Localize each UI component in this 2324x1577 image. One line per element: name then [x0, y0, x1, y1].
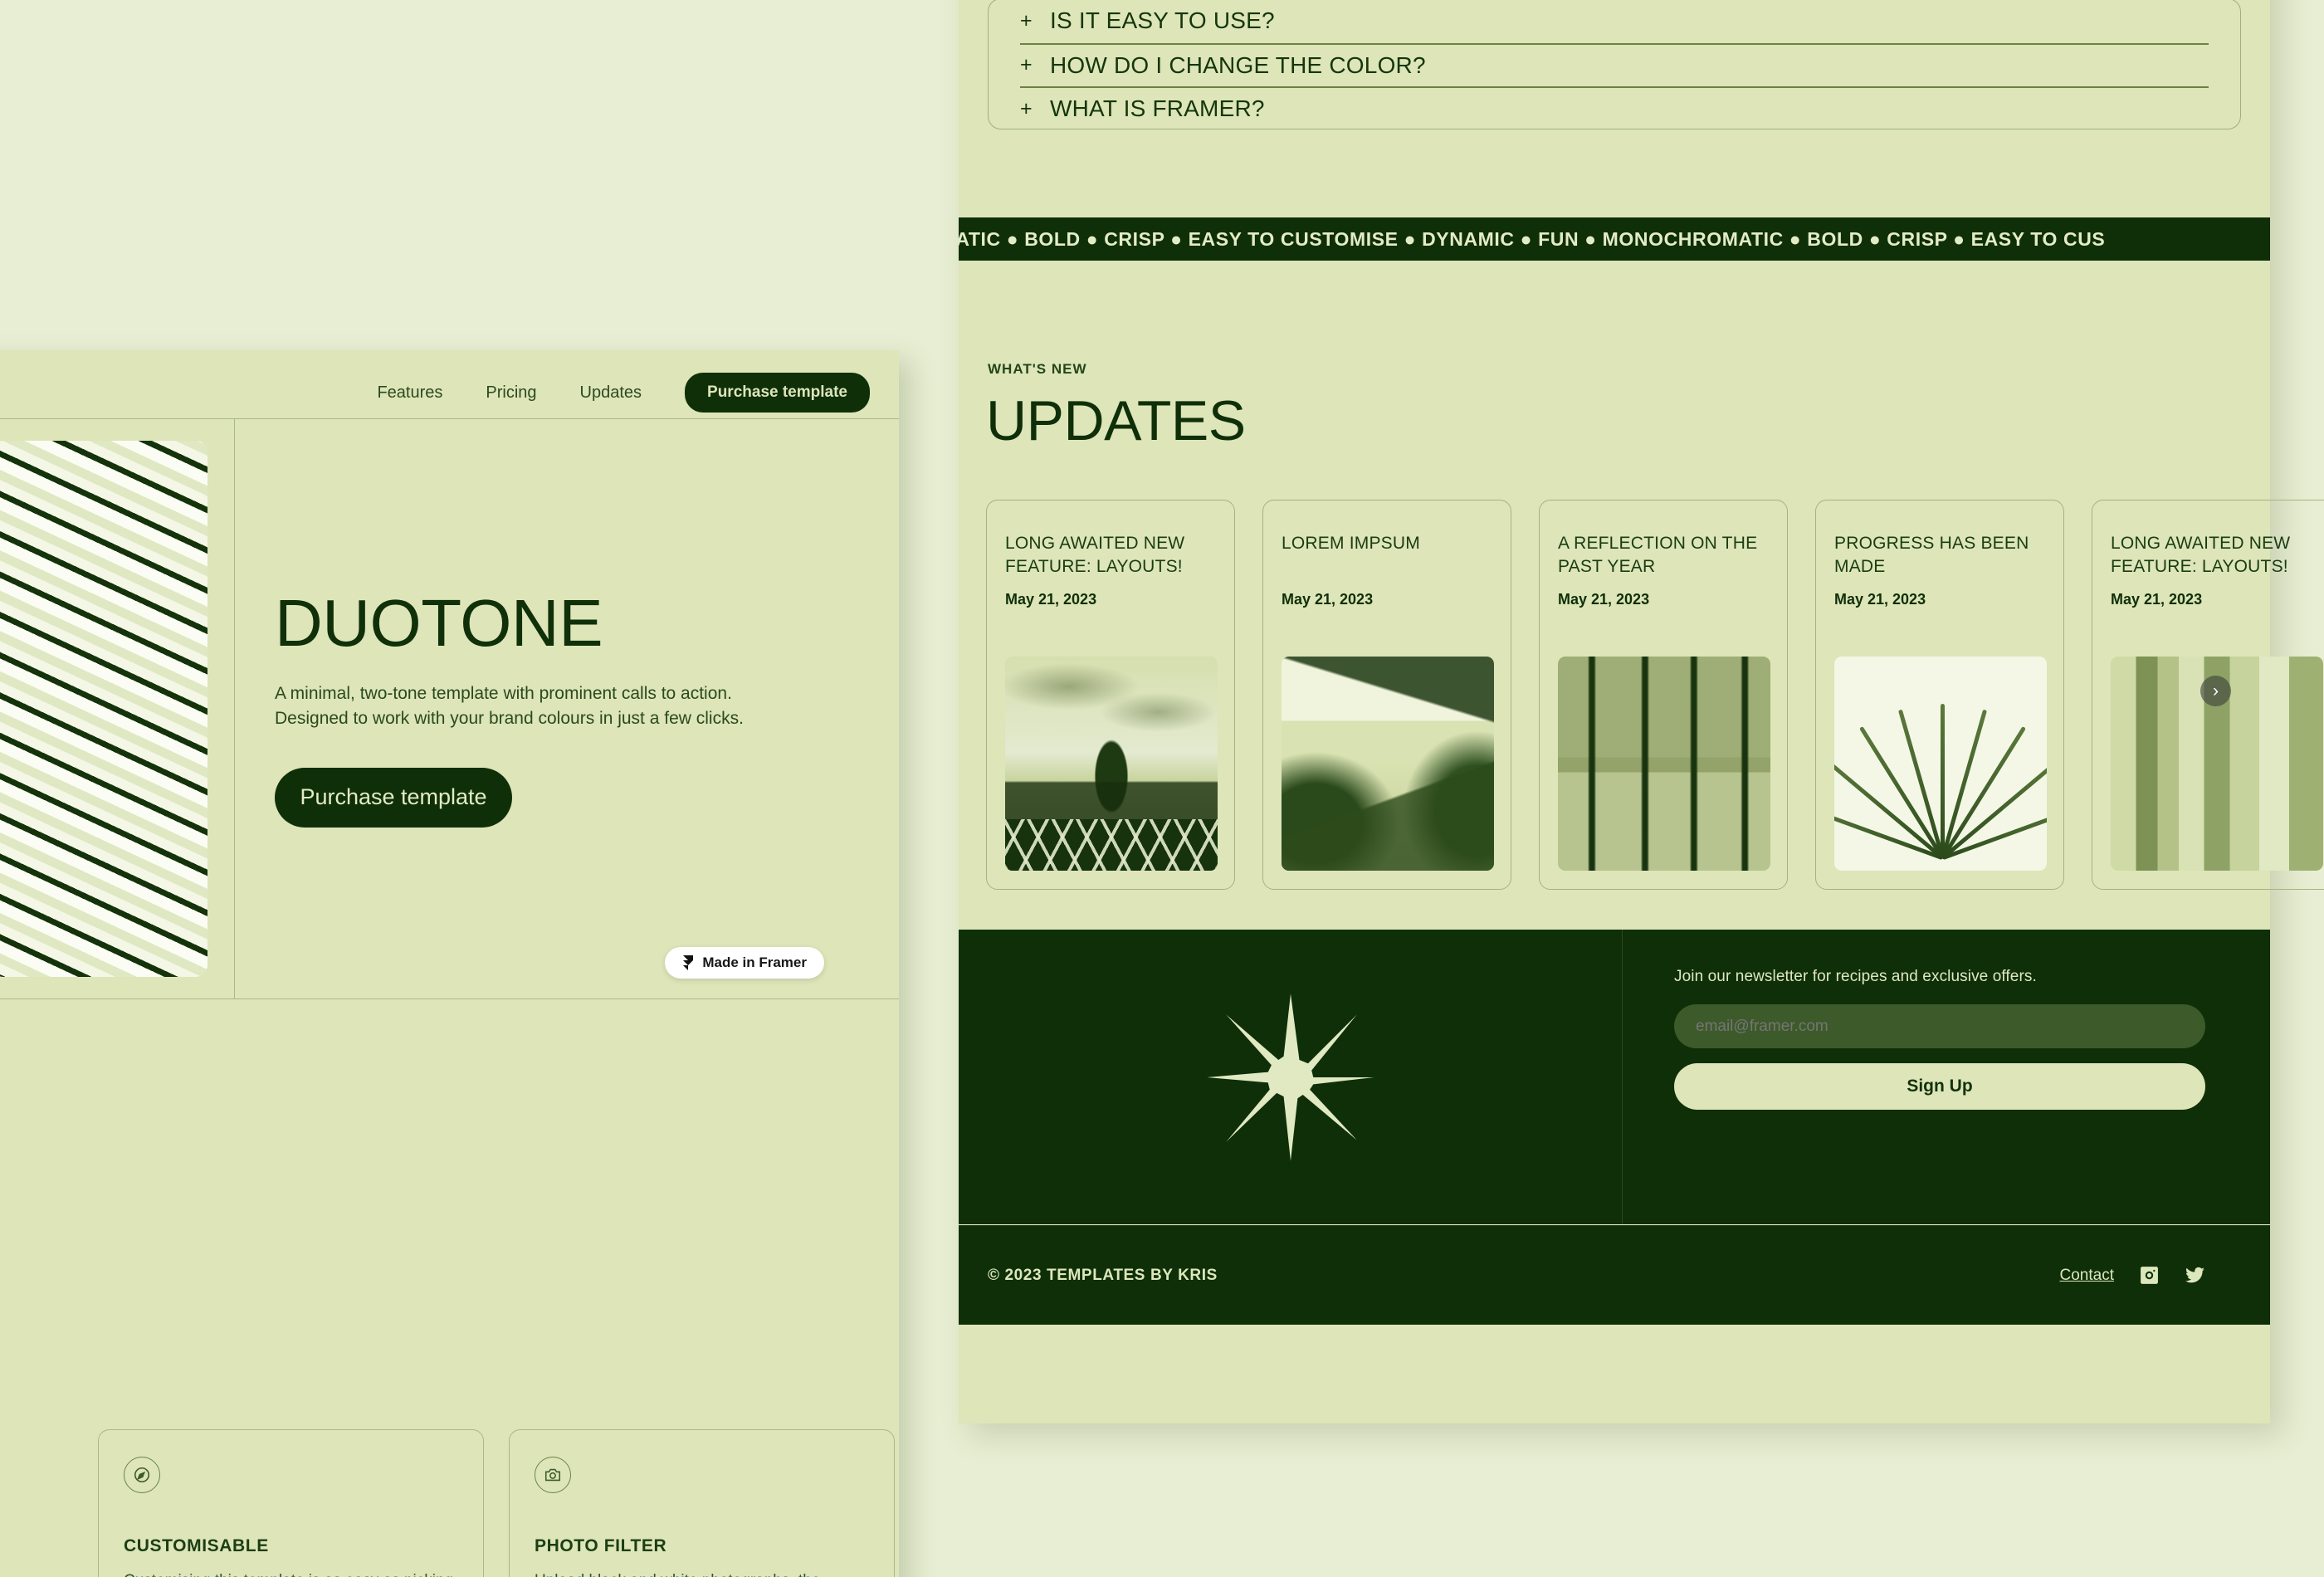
email-input[interactable]	[1674, 1004, 2205, 1048]
faq-accordion: + IS IT EASY TO USE? + HOW DO I CHANGE T…	[988, 0, 2241, 129]
hero-copy: DUOTONE A minimal, two-tone template wit…	[235, 419, 899, 998]
update-card-title: A REFLECTION ON THE PAST YEAR	[1558, 532, 1769, 579]
newsletter-text: Join our newsletter for recipes and excl…	[1674, 968, 2205, 986]
update-card-date: May 21, 2023	[1834, 591, 2045, 608]
faq-item-0[interactable]: + IS IT EASY TO USE?	[1020, 0, 2209, 43]
update-card[interactable]: A REFLECTION ON THE PAST YEAR May 21, 20…	[1539, 500, 1788, 890]
main-content-panel: + IS IT EASY TO USE? + HOW DO I CHANGE T…	[959, 0, 2270, 1423]
plus-icon: +	[1020, 55, 1033, 76]
carousel-next-button[interactable]: ›	[2200, 676, 2231, 706]
framer-logo-icon	[682, 955, 694, 970]
feature-description: Customising this template is as easy as …	[124, 1570, 456, 1577]
site-nav: Features Pricing Updates Purchase templa…	[377, 373, 870, 413]
update-card-date: May 21, 2023	[2111, 591, 2322, 608]
hero-subtitle: A minimal, two-tone template with promin…	[275, 681, 806, 731]
faq-item-2[interactable]: + WHAT IS FRAMER?	[1020, 86, 2209, 130]
diagonal-stripe-pattern	[0, 441, 208, 977]
city-skyline-photo	[1005, 657, 1218, 871]
marquee-text: OCHROMATIC ● BOLD ● CRISP ● EASY TO CUST…	[959, 228, 2105, 251]
update-card-date: May 21, 2023	[1282, 591, 1492, 608]
page-root: + IS IT EASY TO USE? + HOW DO I CHANGE T…	[0, 0, 2324, 1577]
signup-button[interactable]: Sign Up	[1674, 1063, 2205, 1110]
update-card-date: May 21, 2023	[1558, 591, 1769, 608]
starburst-logo-icon	[1204, 990, 1378, 1164]
marquee-band: OCHROMATIC ● BOLD ● CRISP ● EASY TO CUST…	[959, 217, 2270, 261]
feature-card-photo-filter: PHOTO FILTER Upload black and white phot…	[509, 1429, 895, 1577]
hero-title: DUOTONE	[275, 590, 899, 657]
updates-eyebrow: WHAT'S NEW	[988, 361, 1087, 378]
chevron-right-icon: ›	[2213, 682, 2219, 700]
hero-body: DUOTONE A minimal, two-tone template wit…	[0, 418, 899, 999]
faq-question: IS IT EASY TO USE?	[1050, 7, 1275, 34]
feature-description: Upload black and white photographs, the …	[535, 1570, 867, 1577]
copyright-text: © 2023 TEMPLATES BY KRIS	[988, 1267, 1218, 1285]
sand-dune-photo	[1282, 657, 1494, 871]
plus-icon: +	[1020, 11, 1033, 32]
footer-links: Contact	[2060, 1265, 2205, 1286]
footer-logo-area	[959, 930, 1623, 1224]
footer: Join our newsletter for recipes and excl…	[959, 930, 2270, 1224]
newsletter-form: Join our newsletter for recipes and excl…	[1623, 930, 2270, 1224]
hero-panel: Features Pricing Updates Purchase templa…	[0, 350, 899, 1577]
update-card-title: PROGRESS HAS BEEN MADE	[1834, 532, 2045, 579]
leaf-plant-photo	[1834, 657, 2047, 871]
nav-link-updates[interactable]: Updates	[580, 383, 642, 403]
contact-link[interactable]: Contact	[2060, 1267, 2114, 1285]
update-card-title: LONG AWAITED NEW FEATURE: LAYOUTS!	[2111, 532, 2322, 579]
update-card-title: LOREM IMPSUM	[1282, 532, 1492, 579]
hero-purchase-button[interactable]: Purchase template	[275, 768, 512, 828]
update-card[interactable]: PROGRESS HAS BEEN MADE May 21, 2023	[1815, 500, 2064, 890]
twitter-icon[interactable]	[2185, 1265, 2205, 1286]
nav-purchase-button[interactable]: Purchase template	[685, 373, 870, 413]
badge-label: Made in Framer	[702, 954, 807, 971]
feature-grid: CUSTOMISABLE Customising this template i…	[98, 1429, 895, 1577]
footer-bottom-bar: © 2023 TEMPLATES BY KRIS Contact	[959, 1225, 2270, 1325]
camera-icon	[535, 1457, 571, 1493]
faq-item-1[interactable]: + HOW DO I CHANGE THE COLOR?	[1020, 43, 2209, 87]
feature-title: PHOTO FILTER	[535, 1536, 869, 1556]
plus-icon: +	[1020, 99, 1033, 120]
made-in-framer-badge[interactable]: Made in Framer	[665, 947, 824, 979]
update-card[interactable]: LONG AWAITED NEW FEATURE: LAYOUTS! May 2…	[986, 500, 1235, 890]
updates-title: UPDATES	[986, 388, 1246, 453]
compass-icon	[124, 1457, 160, 1493]
feature-title: CUSTOMISABLE	[124, 1536, 458, 1556]
faq-question: WHAT IS FRAMER?	[1050, 95, 1265, 122]
nav-link-features[interactable]: Features	[377, 383, 442, 403]
faq-question: HOW DO I CHANGE THE COLOR?	[1050, 52, 1426, 79]
update-card-title: LONG AWAITED NEW FEATURE: LAYOUTS!	[1005, 532, 1216, 579]
instagram-icon[interactable]	[2139, 1265, 2160, 1286]
update-card-date: May 21, 2023	[1005, 591, 1216, 608]
update-card[interactable]: LOREM IMPSUM May 21, 2023	[1262, 500, 1511, 890]
updates-carousel[interactable]: LONG AWAITED NEW FEATURE: LAYOUTS! May 2…	[986, 500, 2270, 890]
hero-artwork	[0, 419, 235, 998]
feature-card-customisable: CUSTOMISABLE Customising this template i…	[98, 1429, 484, 1577]
nav-link-pricing[interactable]: Pricing	[486, 383, 536, 403]
wooden-pier-photo	[1558, 657, 1770, 871]
